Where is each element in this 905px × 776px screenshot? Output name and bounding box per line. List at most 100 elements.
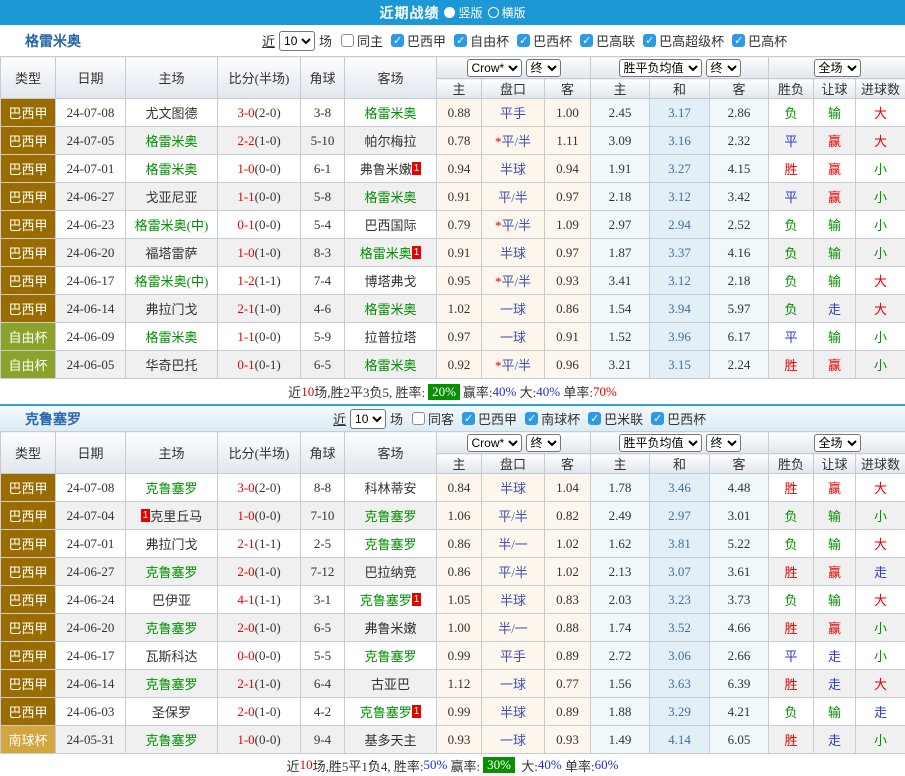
- radio-horizontal-icon[interactable]: [488, 7, 499, 18]
- corner-cell: 9-4: [301, 726, 345, 754]
- league-label: 巴西杯: [667, 409, 706, 428]
- league-checkbox[interactable]: [732, 34, 745, 47]
- summary-segment: 60%: [595, 757, 619, 773]
- goals-result-cell: 小: [856, 323, 905, 351]
- score-cell: 3-0(2-0): [218, 99, 301, 127]
- league-checkbox[interactable]: [462, 412, 475, 425]
- table-row: 巴西甲24-06-17瓦斯科达0-0(0-0)5-5克鲁塞罗0.99平手0.89…: [1, 642, 905, 670]
- league-checkbox[interactable]: [651, 412, 664, 425]
- score-cell: 1-0(1-0): [218, 239, 301, 267]
- league-checkbox[interactable]: [525, 412, 538, 425]
- avg-home-cell: 1.88: [591, 698, 650, 726]
- same-side-checkbox[interactable]: [341, 34, 354, 47]
- league-type-cell: 巴西甲: [1, 530, 56, 558]
- avg-final-select[interactable]: 终: [706, 434, 741, 452]
- avg-odds-select[interactable]: 胜平负均值: [619, 434, 702, 452]
- handicap-result-cell: 输: [814, 267, 856, 295]
- score-cell: 1-0(0-0): [218, 502, 301, 530]
- home-team-name: 格雷米奥: [145, 330, 197, 345]
- handicap-text: 半/一: [498, 537, 528, 552]
- league-checkbox[interactable]: [454, 34, 467, 47]
- away-team-name: 格雷米奥: [364, 358, 416, 373]
- odds-final-select[interactable]: 终: [526, 434, 561, 452]
- odds-header-group: Crow*终: [437, 432, 591, 454]
- odds-away-cell: 0.97: [545, 183, 591, 211]
- fulltime-score: 0-1: [237, 217, 254, 232]
- home-team-cell: 格雷米奥: [126, 155, 218, 183]
- team-name: 格雷米奥: [25, 31, 81, 51]
- fulltime-score: 1-1: [237, 189, 254, 204]
- league-checkbox[interactable]: [643, 34, 656, 47]
- home-team-cell: 弗拉门戈: [126, 530, 218, 558]
- result-cell: 胜: [769, 351, 814, 379]
- sub-column-header: 让球: [814, 454, 856, 474]
- halftime-score: (1-1): [255, 592, 281, 607]
- handicap-text: 一球: [500, 330, 526, 345]
- scope-select[interactable]: 全场: [814, 59, 861, 77]
- same-side-checkbox[interactable]: [412, 412, 425, 425]
- odds-home-cell: 0.86: [437, 558, 482, 586]
- scope-select[interactable]: 全场: [814, 434, 861, 452]
- odds-final-select[interactable]: 终: [526, 59, 561, 77]
- layout-option-vertical[interactable]: 竖版: [444, 4, 482, 21]
- home-team-name: 戈亚尼亚: [145, 190, 197, 205]
- odds-away-cell: 0.96: [545, 351, 591, 379]
- avg-home-cell: 2.97: [591, 211, 650, 239]
- odds-away-cell: 1.11: [545, 127, 591, 155]
- league-checkbox[interactable]: [588, 412, 601, 425]
- handicap-cell: 半球: [482, 239, 545, 267]
- corner-cell: 5-4: [301, 211, 345, 239]
- avg-final-select[interactable]: 终: [706, 59, 741, 77]
- avg-away-cell: 3.42: [710, 183, 769, 211]
- league-type-cell: 巴西甲: [1, 474, 56, 502]
- league-label: 巴西甲: [478, 409, 517, 428]
- league-checkbox[interactable]: [517, 34, 530, 47]
- radio-vertical-label: 竖版: [458, 4, 482, 21]
- avg-odds-select[interactable]: 胜平负均值: [619, 59, 702, 77]
- goals-result-cell: 大: [856, 127, 905, 155]
- away-team-name: 拉普拉塔: [364, 330, 416, 345]
- result-cell: 胜: [769, 614, 814, 642]
- odds-company-select[interactable]: Crow*: [467, 434, 522, 452]
- team-section: 克鲁塞罗 近 10 场 同客 巴西甲南球杯巴米联巴西杯 类型日期主场比分(半场)…: [0, 404, 905, 776]
- summary-segment: 近: [287, 756, 300, 775]
- goals-result-cell: 小: [856, 211, 905, 239]
- league-label: 巴高超级杯: [659, 31, 724, 50]
- score-cell: 0-1(0-1): [218, 351, 301, 379]
- result-header-group: 全场: [769, 432, 905, 454]
- column-header: 类型: [1, 432, 56, 474]
- same-side-label: 同客: [428, 409, 454, 428]
- goals-result-cell: 大: [856, 474, 905, 502]
- odds-away-cell: 0.89: [545, 642, 591, 670]
- table-row: 巴西甲24-06-20克鲁塞罗2-0(1-0)6-5弗鲁米嫩1.00半/一0.8…: [1, 614, 905, 642]
- fulltime-score: 1-0: [237, 732, 254, 747]
- date-cell: 24-06-27: [56, 183, 126, 211]
- league-checkbox[interactable]: [391, 34, 404, 47]
- league-type-cell: 自由杯: [1, 351, 56, 379]
- goals-result-cell: 小: [856, 726, 905, 754]
- league-type-cell: 巴西甲: [1, 211, 56, 239]
- avg-home-cell: 1.56: [591, 670, 650, 698]
- odds-company-select[interactable]: Crow*: [467, 59, 522, 77]
- home-team-cell: 格雷米奥(中): [126, 211, 218, 239]
- handicap-result-cell: 输: [814, 99, 856, 127]
- avg-draw-cell: 3.52: [650, 614, 710, 642]
- handicap-text: 一球: [500, 733, 526, 748]
- column-header: 类型: [1, 57, 56, 99]
- league-checkbox[interactable]: [580, 34, 593, 47]
- layout-option-horizontal[interactable]: 横版: [488, 4, 526, 21]
- column-header: 主场: [126, 432, 218, 474]
- column-header: 日期: [56, 57, 126, 99]
- avg-header-group: 胜平负均值终: [591, 57, 769, 79]
- recent-count-select[interactable]: 10: [350, 409, 386, 429]
- radio-vertical-icon[interactable]: [444, 7, 455, 18]
- league-type-cell: 巴西甲: [1, 670, 56, 698]
- fulltime-score: 0-0: [237, 648, 254, 663]
- halftime-score: (2-0): [255, 105, 281, 120]
- recent-count-select[interactable]: 10: [279, 31, 315, 51]
- handicap-cell: 半球: [482, 155, 545, 183]
- handicap-text: 半球: [500, 246, 526, 261]
- table-row: 巴西甲24-06-27戈亚尼亚1-1(0-0)5-8格雷米奥0.91平/半0.9…: [1, 183, 905, 211]
- matches-table: 类型日期主场比分(半场)角球客场Crow*终胜平负均值终全场主盘口客主和客胜负让…: [0, 56, 905, 379]
- handicap-cell: 半球: [482, 474, 545, 502]
